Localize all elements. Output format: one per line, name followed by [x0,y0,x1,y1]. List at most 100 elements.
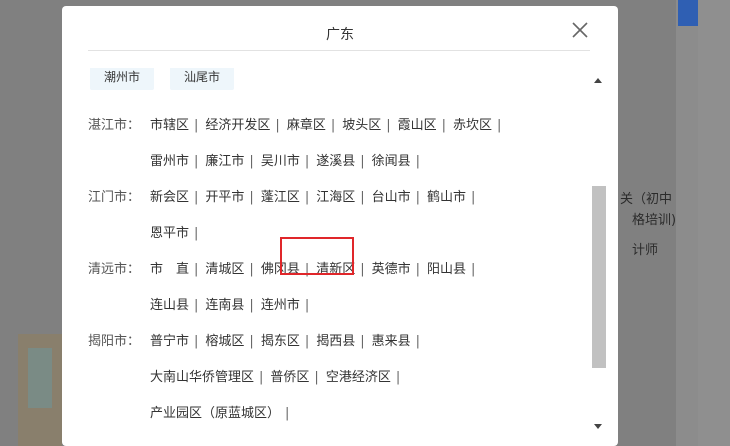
district-link[interactable]: 廉江市 [205,150,244,169]
separator: | [249,190,254,205]
close-icon[interactable] [570,20,590,40]
separator: | [415,154,421,169]
separator: | [194,262,199,277]
district-link[interactable]: 徐闻县 [372,150,411,169]
district-link[interactable]: 清城区 [205,258,244,277]
separator: | [304,154,310,169]
background-blue-tab [678,0,698,26]
district-link[interactable]: 揭西县 [316,330,355,349]
modal-divider [88,50,590,51]
separator: | [360,154,365,169]
separator: | [304,190,310,205]
top-tag[interactable]: 潮州市 [90,68,155,90]
background-right-strip [698,0,730,446]
close-icon-glyph [572,22,588,38]
separator: | [415,334,421,349]
separator: | [194,118,199,133]
district-list: 新会区 | 开平市 | 蓬江区 | 江海区 | 台山市 | 鹤山市 | [150,186,482,205]
separator: | [194,334,199,349]
separator: | [304,334,310,349]
separator: | [314,370,319,385]
separator: | [259,370,264,385]
district-link[interactable]: 空港经济区 [326,366,391,385]
city-name: 揭阳市： [88,334,141,349]
district-list: 大南山华侨管理区 | 普侨区 | 空港经济区 | [150,366,407,385]
background-text-1: 关（初中 [620,192,673,207]
district-link[interactable]: 揭东区 [261,330,300,349]
top-tag[interactable]: 汕尾市 [170,68,235,90]
city-list-viewport: 潮州市 汕尾市 湛江市： 市辖区 | 经济开发区 | 麻章区 | 坡头区 | 霞山区 | 赤坎区 | 雷州市… [88,68,592,440]
district-list: 恩平市 | [150,222,205,241]
district-link[interactable]: 连山县 [150,294,189,313]
district-link[interactable]: 开平市 [205,186,244,205]
separator: | [330,118,336,133]
district-link[interactable]: 普侨区 [270,366,309,385]
separator: | [249,334,254,349]
separator: | [304,298,310,313]
district-list: 产业园区（原蓝城区） | [150,402,296,421]
city-name: 清远市： [88,262,141,277]
district-link[interactable]: 新会区 [150,186,189,205]
district-link[interactable]: 普宁市 [150,330,189,349]
district-link[interactable]: 阳山县 [427,258,466,277]
district-link[interactable]: 鹤山市 [427,186,466,205]
separator: | [249,298,254,313]
district-list: 连山县 | 连南县 | 连州市 | [150,294,316,313]
scroll-up-arrow-icon[interactable] [594,78,602,83]
district-link[interactable]: 江海区 [316,186,355,205]
separator: | [360,334,365,349]
separator: | [194,154,199,169]
background-text-2: 格培训) [632,213,677,228]
district-link[interactable]: 台山市 [372,186,411,205]
district-link[interactable]: 蓬江区 [261,186,300,205]
district-list: 普宁市 | 榕城区 | 揭东区 | 揭西县 | 惠来县 | [150,330,427,349]
district-link[interactable]: 英德市 [372,258,411,277]
district-link[interactable]: 榕城区 [205,330,244,349]
separator: | [441,118,447,133]
district-link[interactable]: 遂溪县 [316,150,355,169]
vertical-scrollbar[interactable] [592,74,606,438]
district-link[interactable]: 市 直 [150,258,189,277]
district-link[interactable]: 大南山华侨管理区 [150,366,254,385]
separator: | [471,190,476,205]
district-link[interactable]: 坡头区 [342,114,381,133]
district-link[interactable]: 霞山区 [398,114,437,133]
background-map-thumbnail [18,334,62,446]
separator: | [386,118,391,133]
district-link[interactable]: 经济开发区 [205,114,270,133]
district-list: 雷州市 | 廉江市 | 吴川市 | 遂溪县 | 徐闻县 | [150,150,427,169]
separator: | [194,190,199,205]
separator: | [360,262,365,277]
district-link[interactable]: 麻章区 [287,114,326,133]
separator: | [471,262,476,277]
district-link[interactable]: 吴川市 [261,150,300,169]
district-link[interactable]: 市辖区 [150,114,189,133]
separator: | [285,406,290,421]
district-link[interactable]: 恩平市 [150,222,189,241]
separator: | [360,190,365,205]
separator: | [415,190,421,205]
separator: | [395,370,401,385]
background-text-3: 计师 [632,243,659,258]
separator: | [415,262,421,277]
district-link[interactable]: 赤坎区 [453,114,492,133]
separator: | [249,262,254,277]
district-link[interactable]: 产业园区（原蓝城区） [150,402,280,421]
district-link[interactable]: 连南县 [205,294,244,313]
separator: | [194,226,199,241]
region-picker-modal: 广东 潮州市 汕尾市 湛江市： 市辖区 | 经济开发区 | 麻章区 | 坡头区 | 霞山区 | 赤坎区 |… [62,6,618,446]
district-link[interactable]: 连州市 [261,294,300,313]
modal-title: 广东 [326,27,354,43]
district-link[interactable]: 雷州市 [150,150,189,169]
city-name: 江门市： [88,190,141,205]
scroll-thumb[interactable] [592,186,606,368]
top-tags: 潮州市 汕尾市 [90,68,250,90]
separator: | [497,118,502,133]
highlight-box [280,237,354,275]
district-list: 市辖区 | 经济开发区 | 麻章区 | 坡头区 | 霞山区 | 赤坎区 | [150,114,508,133]
district-link[interactable]: 惠来县 [372,330,411,349]
scroll-down-arrow-icon[interactable] [594,424,602,429]
separator: | [249,154,254,169]
city-name: 湛江市： [88,118,141,133]
separator: | [194,298,199,313]
